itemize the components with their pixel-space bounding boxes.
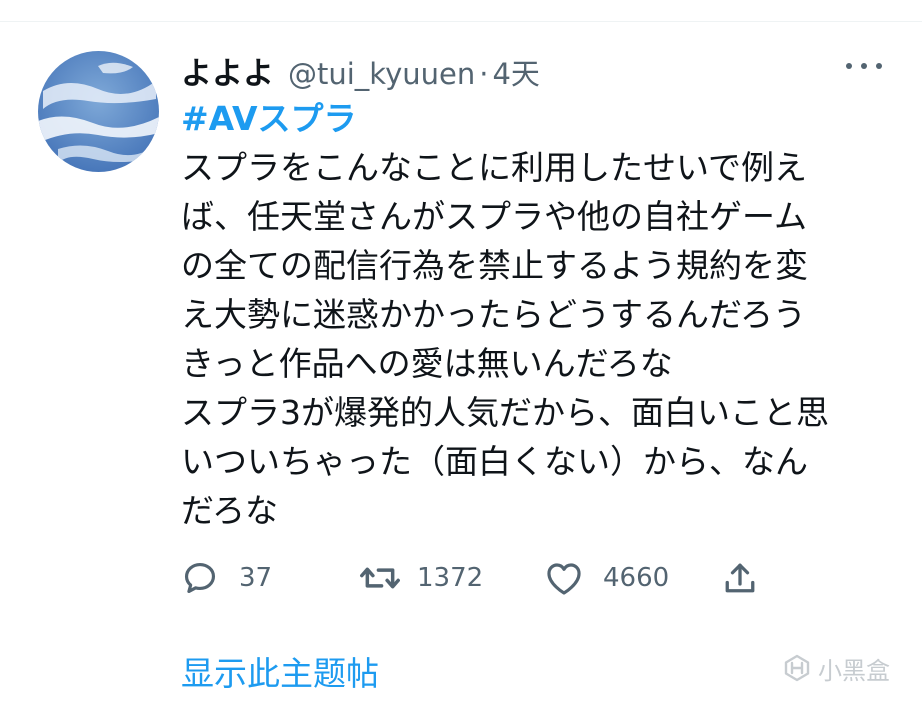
show-thread-link[interactable]: 显示此主题帖 xyxy=(181,647,379,695)
tweet-body-line: え大勢に迷惑かかったらどうするんだろう xyxy=(181,295,807,334)
like-icon xyxy=(547,563,581,595)
watermark-text: 小黑盒 xyxy=(818,656,890,685)
display-name[interactable]: よよよ xyxy=(181,48,274,93)
heybox-logo-icon xyxy=(784,654,810,682)
hashtag-link[interactable]: #AVスプラ xyxy=(181,92,357,140)
user-handle[interactable]: @tui_kyuuen xyxy=(288,57,475,91)
tweet-body-line: スプラをこんなことに利用したせいで例え xyxy=(181,148,808,187)
share-button[interactable] xyxy=(722,556,758,600)
reply-icon xyxy=(184,562,216,594)
avatar[interactable] xyxy=(38,51,159,172)
more-dot xyxy=(861,63,867,69)
reply-button[interactable]: 37 xyxy=(181,556,272,600)
like-button[interactable]: 4660 xyxy=(545,556,669,600)
top-divider xyxy=(0,21,922,22)
tweet-header: よよよ @tui_kyuuen · 4天 xyxy=(181,48,540,92)
tweet-body-line: いついちゃった（面白くない）から、なん xyxy=(181,442,808,481)
more-dot xyxy=(846,63,852,69)
tweet-body-line: の全ての配信行為を禁止するよう規約を変 xyxy=(181,246,808,285)
retweet-count: 1372 xyxy=(417,563,484,593)
share-icon xyxy=(725,563,755,593)
tweet-actions: 37 1372 4660 xyxy=(181,556,781,600)
timestamp[interactable]: 4天 xyxy=(492,51,539,93)
tweet-body-line: きっと作品への愛は無いんだろな xyxy=(181,344,673,383)
separator-dot: · xyxy=(479,57,489,91)
tweet-body: スプラをこんなことに利用したせいで例え ば、任天堂さんがスプラや他の自社ゲーム … xyxy=(181,143,871,535)
tweet-body-line: だろな xyxy=(181,491,279,530)
more-icon[interactable] xyxy=(846,57,882,75)
tweet-body-line: ば、任天堂さんがスプラや他の自社ゲーム xyxy=(181,197,808,236)
tweet-body-line: スプラ3が爆発的人気だから、面白いこと思 xyxy=(181,393,829,432)
retweet-button[interactable]: 1372 xyxy=(359,556,483,600)
reply-count: 37 xyxy=(239,563,273,593)
watermark: 小黑盒 xyxy=(782,652,890,685)
retweet-icon xyxy=(360,567,400,589)
more-dot xyxy=(876,63,882,69)
like-count: 4660 xyxy=(603,563,670,593)
